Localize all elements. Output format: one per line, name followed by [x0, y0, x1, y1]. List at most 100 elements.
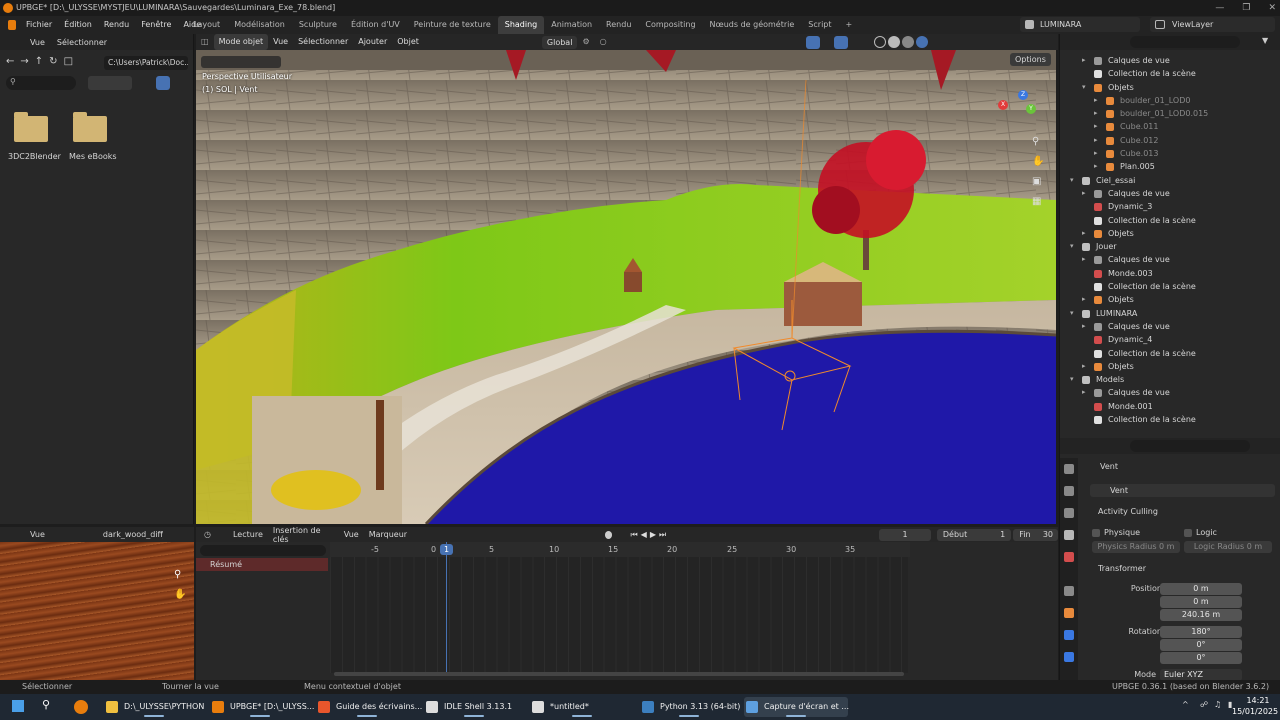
snap-icon[interactable]: ⚙ — [577, 34, 594, 50]
close-icon[interactable]: ✕ — [1268, 3, 1276, 13]
expand-toggle-icon[interactable]: ▸ — [1094, 147, 1098, 160]
tab-shading[interactable]: Shading — [497, 16, 545, 34]
options-dropdown[interactable]: Options — [1010, 53, 1051, 66]
playhead-marker[interactable]: 1 — [440, 544, 453, 555]
tab-rendering[interactable]: Rendu — [599, 16, 638, 34]
viewport-menu-select[interactable]: Sélectionner — [293, 34, 353, 50]
3d-viewport[interactable]: Perspective Utilisateur (1) SOL | Vent O… — [196, 50, 1056, 524]
new-folder-icon[interactable]: □ — [64, 56, 73, 67]
timeline-menu-marker[interactable]: Marqueur — [369, 530, 407, 539]
object-tab-icon[interactable] — [1064, 608, 1074, 618]
expand-toggle-icon[interactable]: ▸ — [1094, 134, 1098, 147]
tab-layout[interactable]: Layout — [186, 16, 227, 34]
taskbar-app-button[interactable]: Python 3.13 (64-bit) — [640, 697, 740, 717]
windows-start-icon[interactable] — [12, 700, 24, 712]
clock-date[interactable]: 15/01/2025 — [1232, 707, 1278, 716]
outliner-row[interactable]: Dynamic_3 — [1060, 200, 1280, 213]
outliner-row[interactable]: ▸ Objets — [1060, 227, 1280, 240]
rotation-z-field[interactable]: 0° — [1160, 652, 1242, 664]
output-tab-icon[interactable] — [1064, 508, 1074, 518]
tab-modeling[interactable]: Modélisation — [227, 16, 292, 34]
expand-toggle-icon[interactable]: ▸ — [1094, 107, 1098, 120]
expand-toggle-icon[interactable]: ▸ — [1082, 253, 1086, 266]
outliner-row[interactable]: Collection de la scène — [1060, 280, 1280, 293]
clock-time[interactable]: 14:21 — [1242, 696, 1274, 705]
expand-toggle-icon[interactable]: ▾ — [1070, 174, 1074, 187]
outliner-row[interactable]: Monde.001 — [1060, 400, 1280, 413]
outliner-search-input[interactable] — [1130, 36, 1240, 48]
outliner-row[interactable]: ▾ Models — [1060, 373, 1280, 386]
display-mode-buttons[interactable] — [88, 76, 132, 90]
transform-orientation-dropdown[interactable]: Global — [541, 35, 578, 49]
taskbar-app-button[interactable]: Capture d'écran et ... — [744, 697, 849, 717]
menu-file[interactable]: Fichier — [20, 16, 58, 34]
file-search-input[interactable]: ⚲ — [6, 76, 76, 90]
playback-controls[interactable]: ⏮◀▶⏭ — [630, 530, 669, 540]
outliner-row[interactable]: ▸ Calques de vue — [1060, 320, 1280, 333]
expand-toggle-icon[interactable]: ▸ — [1082, 386, 1086, 399]
outliner-row[interactable]: ▾ LUMINARA — [1060, 307, 1280, 320]
world-tab-icon[interactable] — [1064, 586, 1074, 596]
gizmo-z-axis[interactable]: Z — [1018, 90, 1028, 100]
refresh-icon[interactable]: ↻ — [49, 56, 57, 67]
outliner-row[interactable]: ▸ Plan.005 — [1060, 160, 1280, 173]
taskbar-app-button[interactable]: Guide des écrivains... — [316, 697, 422, 717]
network-icon[interactable]: ☍ — [1200, 700, 1208, 709]
file-browser-menu-view[interactable]: Vue — [30, 38, 45, 47]
grid-icon[interactable]: ▦ — [1032, 192, 1044, 212]
menu-render[interactable]: Rendu — [98, 16, 135, 34]
physics-radius-field[interactable]: Physics Radius 0 m — [1092, 541, 1180, 553]
folder-icon[interactable] — [73, 112, 107, 142]
viewport-menu-add[interactable]: Ajouter — [353, 34, 392, 50]
activity-culling-panel[interactable]: Activity Culling — [1098, 507, 1158, 516]
rotation-y-field[interactable]: 0° — [1160, 639, 1242, 651]
timeline-menu-keying[interactable]: Insertion de clés — [273, 526, 334, 544]
viewport-menu-object[interactable]: Objet — [392, 34, 424, 50]
rendered-shading-icon[interactable] — [915, 36, 928, 48]
volume-icon[interactable]: ♫ — [1214, 700, 1221, 709]
back-arrow-icon[interactable]: ← — [6, 56, 14, 67]
forward-arrow-icon[interactable]: → — [20, 56, 28, 67]
outliner-row[interactable]: Collection de la scène — [1060, 214, 1280, 227]
outliner-row[interactable]: ▾ Ciel_essai — [1060, 174, 1280, 187]
image-editor-menu-view[interactable]: Vue — [30, 530, 45, 539]
timeline-scrollbar[interactable] — [334, 672, 904, 676]
gizmo-x-axis[interactable]: X — [998, 100, 1008, 110]
logic-radius-field[interactable]: Logic Radius 0 m — [1184, 541, 1272, 553]
outliner-row[interactable]: Collection de la scène — [1060, 347, 1280, 360]
outliner-row[interactable]: Collection de la scène — [1060, 67, 1280, 80]
object-name-field[interactable]: Vent — [1090, 484, 1275, 497]
tab-sculpting[interactable]: Sculpture — [292, 16, 344, 34]
tab-scripting[interactable]: Script — [801, 16, 838, 34]
tray-chevron-icon[interactable]: ^ — [1182, 700, 1189, 709]
proportional-edit-icon[interactable]: ○ — [595, 34, 612, 50]
hand-pan-icon[interactable]: ✋ — [1032, 152, 1044, 172]
logic-checkbox[interactable] — [1184, 529, 1192, 537]
outliner-row[interactable]: Collection de la scène — [1060, 413, 1280, 426]
image-name-field[interactable]: dark_wood_diff_1 — [103, 530, 163, 539]
transform-panel[interactable]: Transformer — [1098, 564, 1146, 573]
expand-toggle-icon[interactable]: ▸ — [1094, 160, 1098, 173]
record-icon[interactable] — [605, 530, 613, 539]
physics-tab-icon[interactable] — [1064, 630, 1074, 640]
outliner-row[interactable]: ▾ Jouer — [1060, 240, 1280, 253]
timeline-menu-playback[interactable]: Lecture — [233, 530, 263, 539]
expand-toggle-icon[interactable]: ▸ — [1094, 94, 1098, 107]
rotation-x-field[interactable]: 180° — [1160, 626, 1242, 638]
outliner-row[interactable]: ▸ Objets — [1060, 360, 1280, 373]
select-mode-buttons[interactable] — [201, 56, 281, 68]
position-y-field[interactable]: 0 m — [1160, 596, 1242, 608]
zoom-icon[interactable]: ⚲ — [1032, 132, 1044, 152]
start-frame-field[interactable]: Début 1 — [936, 528, 1012, 541]
end-frame-field[interactable]: Fin 30 — [1013, 528, 1058, 541]
scene-tab-icon[interactable] — [1064, 552, 1074, 562]
parent-directory-icon[interactable]: ↑ — [35, 56, 43, 67]
gizmo-toggle-icon[interactable] — [805, 35, 820, 49]
view-layer-selector[interactable]: ViewLayer — [1150, 17, 1275, 32]
timeline-menu-view[interactable]: Vue — [344, 530, 359, 539]
outliner-row[interactable]: ▸ Calques de vue — [1060, 386, 1280, 399]
file-browser-menu-select[interactable]: Sélectionner — [57, 38, 107, 47]
expand-toggle-icon[interactable]: ▸ — [1094, 120, 1098, 133]
clock-icon[interactable]: ◷ — [204, 530, 211, 539]
folder-label[interactable]: Mes eBooks — [69, 152, 117, 161]
